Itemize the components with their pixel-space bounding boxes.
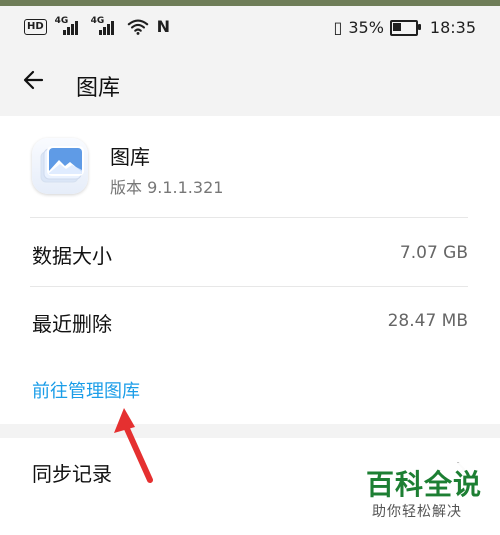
signal-bar: [106, 24, 110, 35]
signal-bar: [98, 30, 102, 35]
app-name: 图库: [110, 145, 150, 169]
recently-deleted-value: 28.47 MB: [387, 311, 468, 331]
watermark: 百科全说 助你轻松解决: [360, 463, 490, 527]
signal-bar: [70, 24, 74, 35]
back-arrow-icon[interactable]: [20, 64, 52, 96]
divider: [30, 217, 468, 218]
gallery-app-icon: [32, 138, 88, 194]
app-version: 版本 9.1.1.321: [110, 178, 224, 197]
signal-bar: [102, 27, 106, 35]
data-size-value: 7.07 GB: [399, 243, 468, 263]
data-size-label: 数据大小: [32, 244, 112, 268]
header: 图库: [0, 52, 500, 116]
status-time: 18:35: [429, 18, 476, 37]
signal-bar: [66, 27, 70, 35]
sync-record-label[interactable]: 同步记录: [32, 458, 112, 487]
signal-bar: [110, 21, 114, 35]
section-spacer: [0, 424, 500, 438]
watermark-sub-text: 助你轻松解决: [372, 504, 462, 520]
signal-bar: [62, 30, 66, 35]
battery-percent: 35%: [348, 18, 384, 37]
status-right: ▯ 35% 18:35: [334, 18, 476, 37]
vibrate-icon: ▯: [333, 17, 343, 37]
watermark-main-text: 百科全说: [366, 468, 483, 501]
signal-icon: 4G: [90, 16, 119, 36]
status-left: HD 4G 4G N: [24, 16, 171, 36]
nfc-icon: N: [156, 17, 171, 36]
hd-badge: HD: [24, 19, 47, 35]
status-bar: HD 4G 4G N ▯ 35% 18:35: [0, 6, 500, 52]
signal-icon: 4G: [54, 16, 83, 36]
network-type-label: 4G: [90, 16, 105, 26]
battery-fill: [392, 22, 401, 31]
network-type-label: 4G: [54, 16, 69, 26]
annotation-arrow: [114, 408, 153, 483]
signal-bar: [74, 21, 78, 35]
wifi-icon: [127, 19, 148, 35]
divider: [30, 286, 468, 287]
page-title: 图库: [76, 76, 121, 101]
recently-deleted-label: 最近删除: [32, 312, 112, 336]
battery-icon: [389, 19, 421, 36]
